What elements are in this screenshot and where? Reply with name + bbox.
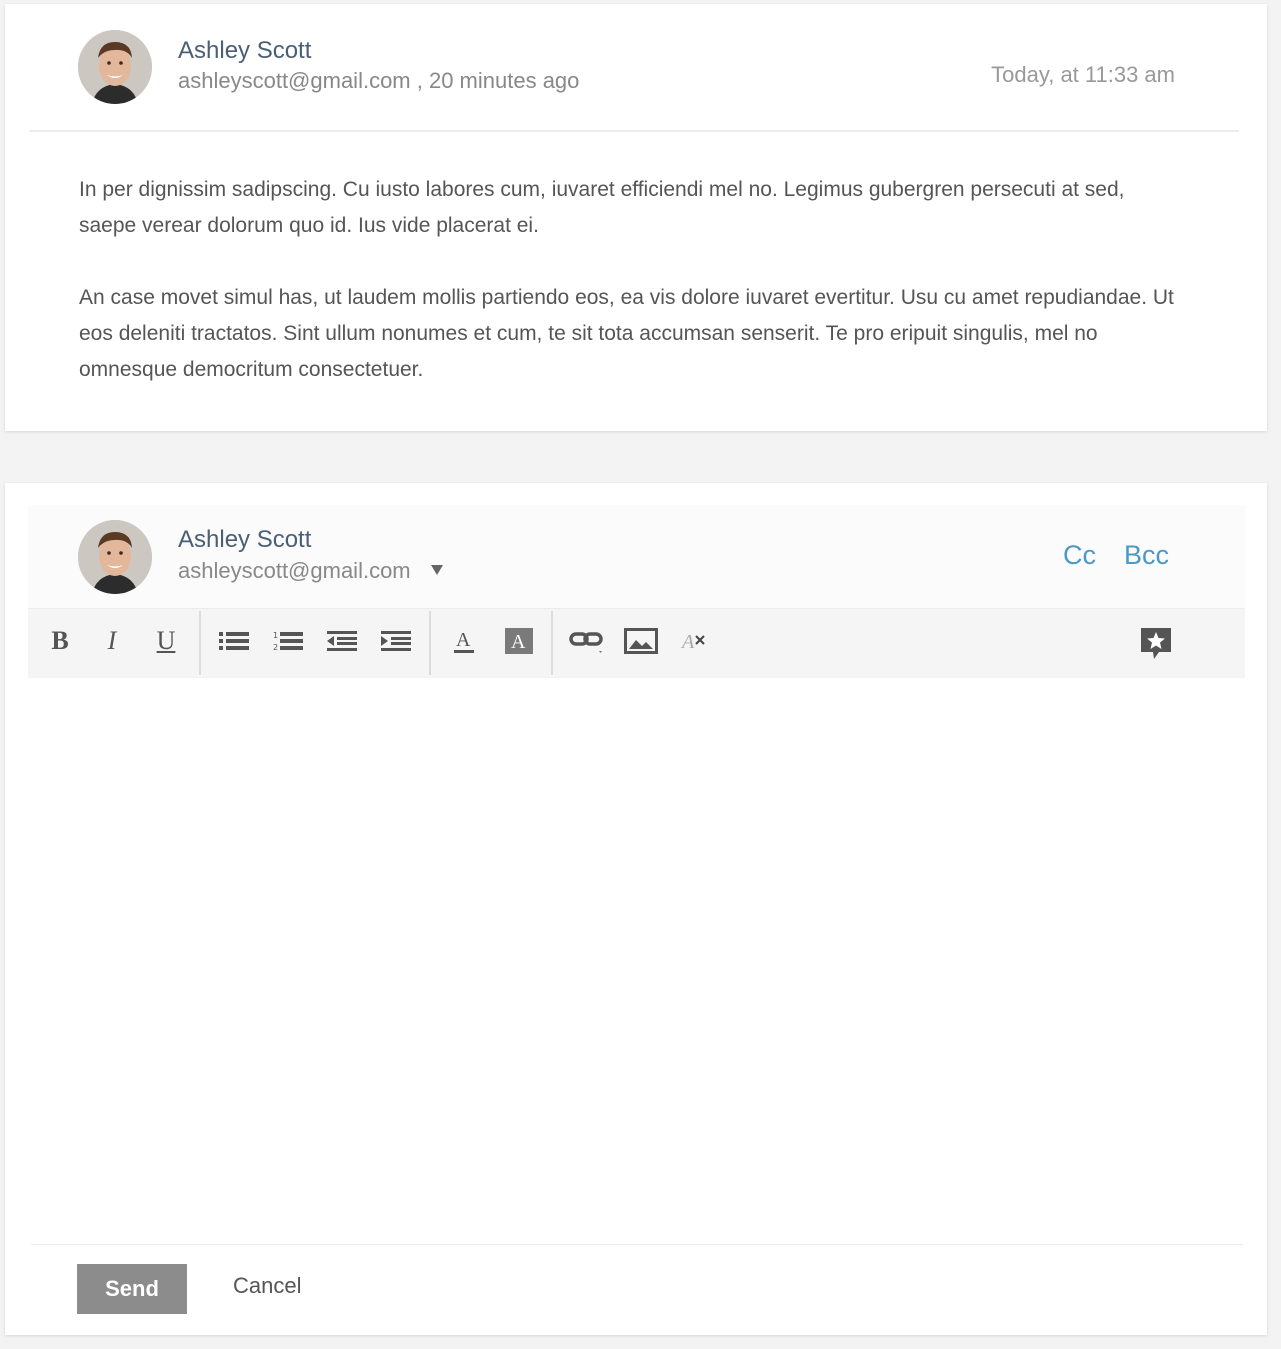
- send-button[interactable]: Send: [77, 1264, 187, 1314]
- from-avatar: [78, 520, 152, 594]
- message-editor[interactable]: [28, 679, 1245, 1239]
- message-paragraph: In per dignissim sadipscing. Cu iusto la…: [79, 178, 1125, 237]
- chevron-down-icon[interactable]: [431, 565, 443, 575]
- footer-divider: [31, 1244, 1243, 1245]
- from-name: Ashley Scott: [178, 526, 312, 553]
- svg-text:A: A: [511, 631, 526, 653]
- link-icon[interactable]: [567, 621, 607, 661]
- message-date: Today, at 11:33 am: [991, 62, 1175, 87]
- svg-text:2: 2: [273, 643, 278, 652]
- bullet-list-icon[interactable]: [214, 621, 254, 661]
- toolbar-separator: [429, 611, 431, 675]
- clear-format-icon[interactable]: A: [674, 621, 714, 661]
- numbered-list-icon[interactable]: 1 2: [268, 621, 308, 661]
- image-icon[interactable]: [621, 621, 661, 661]
- indent-icon[interactable]: [376, 621, 416, 661]
- text-color-icon[interactable]: A: [444, 621, 484, 661]
- sender-meta: ashleyscott@gmail.com , 20 minutes ago: [178, 68, 580, 93]
- underline-icon[interactable]: U: [146, 621, 186, 661]
- svg-text:1: 1: [273, 631, 278, 640]
- header-divider: [29, 130, 1239, 132]
- sender-name[interactable]: Ashley Scott: [178, 37, 311, 65]
- message-card: Ashley Scott ashleyscott@gmail.com , 20 …: [5, 4, 1267, 431]
- from-email-select[interactable]: ashleyscott@gmail.com: [178, 558, 411, 584]
- bcc-button[interactable]: Bcc: [1124, 540, 1169, 571]
- cc-button[interactable]: Cc: [1063, 540, 1096, 571]
- format-toolbar: B I U 1 2 A A A: [28, 609, 1245, 678]
- italic-icon[interactable]: I: [92, 621, 132, 661]
- bold-icon[interactable]: B: [40, 621, 80, 661]
- comment-star-icon[interactable]: [1136, 623, 1176, 663]
- toolbar-separator: [199, 611, 201, 675]
- compose-card: Ashley Scott ashleyscott@gmail.com Cc Bc…: [5, 483, 1267, 1335]
- message-paragraph: An case movet simul has, ut laudem molli…: [79, 286, 1174, 381]
- toolbar-separator: [551, 611, 553, 675]
- svg-text:A: A: [680, 631, 695, 652]
- outdent-icon[interactable]: [322, 621, 362, 661]
- message-body: In per dignissim sadipscing. Cu iusto la…: [79, 172, 1179, 424]
- sender-avatar: [78, 30, 152, 104]
- background-color-icon[interactable]: A: [499, 621, 539, 661]
- svg-text:A: A: [456, 629, 471, 651]
- cancel-button[interactable]: Cancel: [233, 1273, 301, 1299]
